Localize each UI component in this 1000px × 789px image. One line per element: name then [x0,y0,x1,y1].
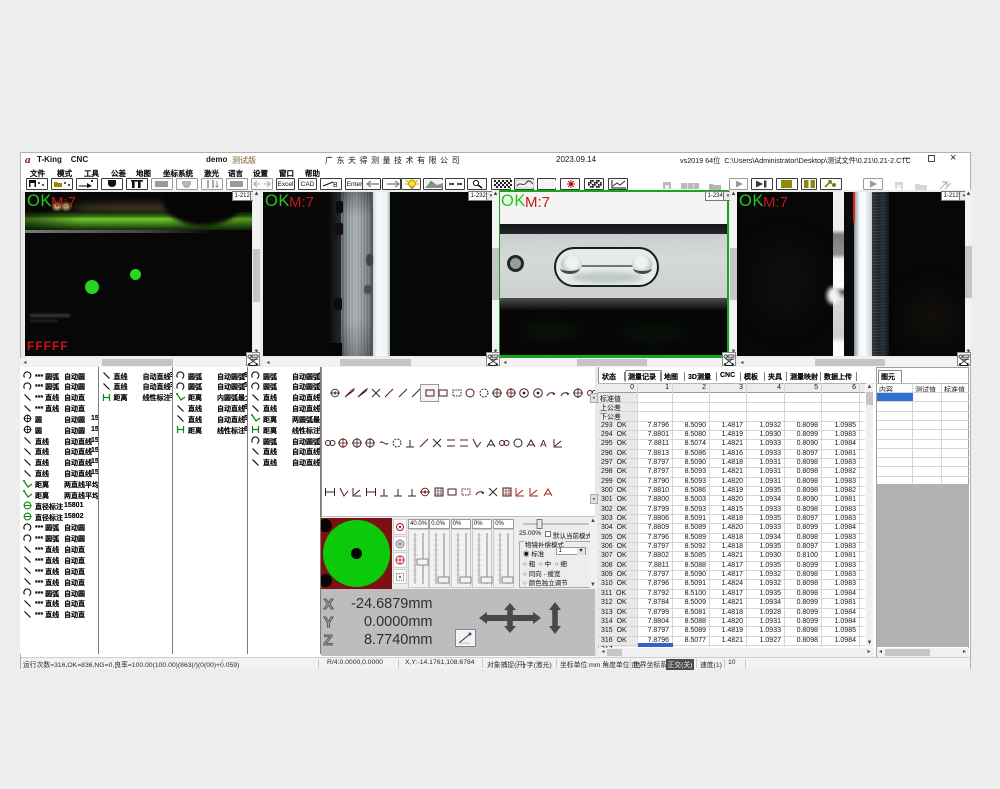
svg-text:A: A [540,439,547,449]
svg-text:B: B [333,182,338,189]
